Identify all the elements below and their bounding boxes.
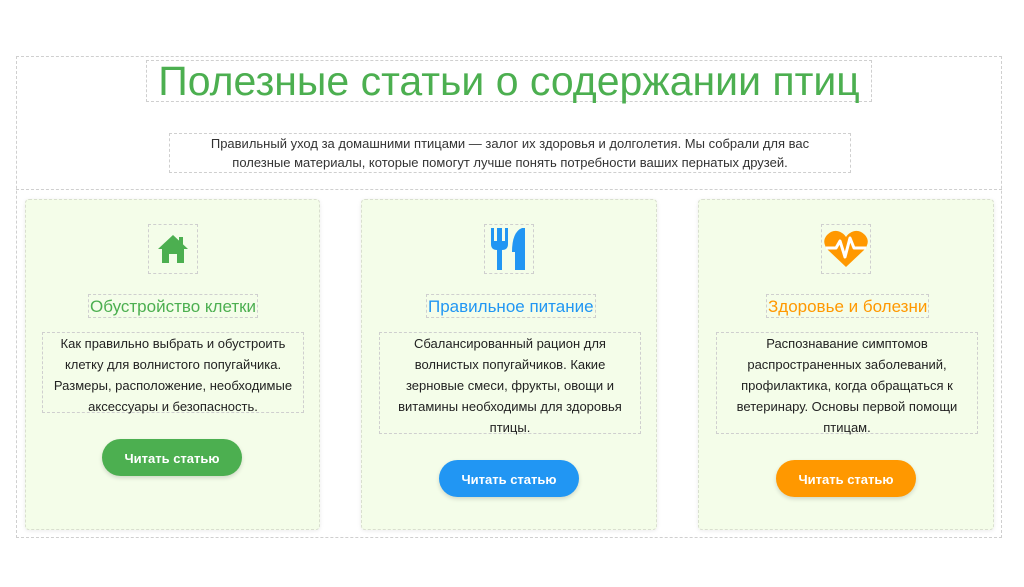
card-text-line: аксессуары и безопасность. (88, 399, 258, 414)
card-text-line: Распознавание симптомов (766, 336, 928, 351)
card-text-line: волнистых попугайчиков. Какие (414, 357, 606, 372)
card-text-line: птицы. (489, 420, 531, 435)
home-icon (148, 224, 198, 274)
card-text-line: Размеры, расположение, необходимые (53, 378, 293, 393)
read-article-button-nutrition[interactable]: Читать статью (439, 460, 579, 497)
intro-line-2: полезные материалы, которые помогут лучш… (232, 155, 788, 170)
heartbeat-icon (821, 224, 871, 274)
card-text-line: Как правильно выбрать и обустроить (60, 336, 286, 351)
card-title-nutrition: Правильное питание (426, 294, 596, 318)
card-text-line: витамины необходимы для здоровья (398, 399, 622, 414)
card-text-line: клетку для волнистого попугайчика. (64, 357, 282, 372)
intro-line-1: Правильный уход за домашними птицами — з… (210, 136, 810, 151)
card-health: Здоровье и болезни Распознавание симптом… (698, 199, 994, 530)
card-nutrition: Правильное питание Сбалансированный раци… (361, 199, 657, 530)
utensils-icon (484, 224, 534, 274)
card-text-line: распространенных заболеваний, (747, 357, 947, 372)
card-title-health: Здоровье и болезни (766, 294, 930, 318)
card-text-cage: Как правильно выбрать и обустроить клетк… (42, 332, 304, 414)
card-text-line: профилактика, когда обращаться к (741, 378, 953, 393)
read-article-button-health[interactable]: Читать статью (776, 460, 916, 497)
card-text-line: зерновые смеси, фрукты, овощи и (405, 378, 615, 393)
card-title-cage: Обустройство клетки (88, 294, 259, 318)
card-cage: Обустройство клетки Как правильно выбрат… (25, 199, 320, 530)
card-text-line: птицам. (823, 420, 871, 435)
page-title: Полезные статьи о содержании птиц (146, 60, 872, 102)
read-article-button-cage[interactable]: Читать статью (102, 439, 242, 476)
card-text-line: ветеринару. Основы первой помощи (736, 399, 958, 414)
card-text-health: Распознавание симптомов распространенных… (716, 332, 978, 435)
card-text-line: Сбалансированный рацион для (414, 336, 606, 351)
intro-text: Правильный уход за домашними птицами — з… (169, 133, 851, 173)
card-text-nutrition: Сбалансированный рацион для волнистых по… (379, 332, 641, 435)
